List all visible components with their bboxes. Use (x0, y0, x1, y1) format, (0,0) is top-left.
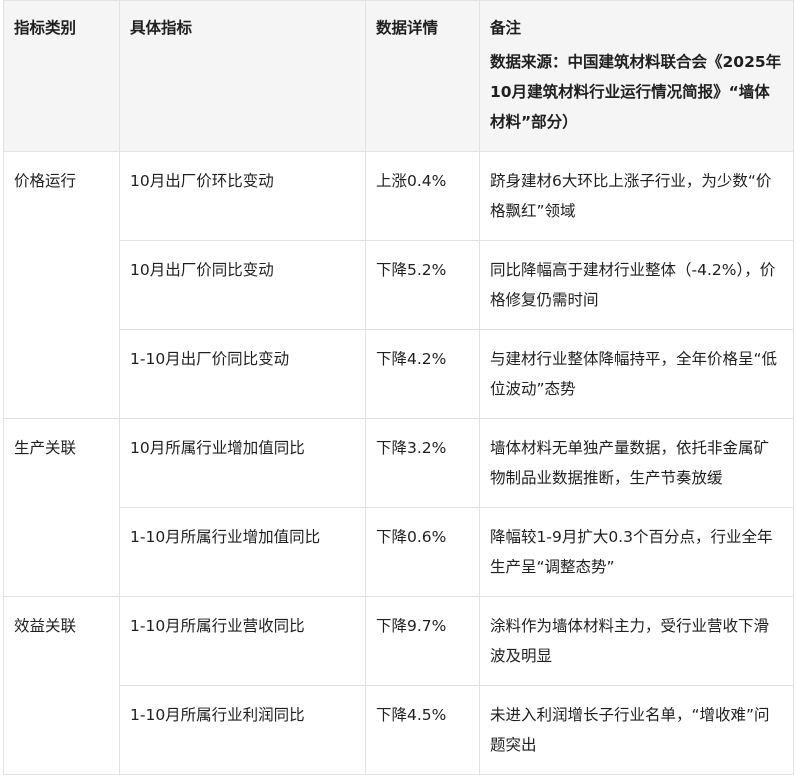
indicator-cell: 10月所属行业增加值同比 (119, 418, 366, 508)
header-note-source: 数据来源：中国建筑材料联合会《2025年10月建筑材料行业运行情况简报》“墙体材… (490, 53, 782, 131)
detail-cell: 下降0.6% (365, 507, 480, 597)
header-detail: 数据详情 (365, 0, 480, 152)
note-cell: 墙体材料无单独产量数据，依托非金属矿物制品业数据推断，生产节奏放缓 (479, 418, 794, 508)
detail-cell: 下降4.2% (365, 329, 480, 419)
indicator-cell: 1-10月出厂价同比变动 (119, 329, 366, 419)
indicator-cell: 1-10月所属行业增加值同比 (119, 507, 366, 597)
category-cell (3, 240, 120, 330)
header-indicator: 具体指标 (119, 0, 366, 152)
category-cell (3, 507, 120, 597)
category-cell: 生产关联 (3, 418, 120, 508)
indicator-cell: 10月出厂价同比变动 (119, 240, 366, 330)
indicator-cell: 10月出厂价环比变动 (119, 151, 366, 241)
detail-cell: 上涨0.4% (365, 151, 480, 241)
detail-cell: 下降4.5% (365, 685, 480, 775)
table-row: 1-10月出厂价同比变动 下降4.2% 与建材行业整体降幅持平，全年价格呈“低位… (3, 329, 794, 419)
table-row: 1-10月所属行业增加值同比 下降0.6% 降幅较1-9月扩大0.3个百分点，行… (3, 507, 794, 597)
note-cell: 涂料作为墙体材料主力，受行业营收下滑波及明显 (479, 596, 794, 686)
category-cell: 效益关联 (3, 596, 120, 686)
table-row: 生产关联 10月所属行业增加值同比 下降3.2% 墙体材料无单独产量数据，依托非… (3, 418, 794, 508)
header-category: 指标类别 (3, 0, 120, 152)
note-cell: 未进入利润增长子行业名单，“增收难”问题突出 (479, 685, 794, 775)
indicator-cell: 1-10月所属行业营收同比 (119, 596, 366, 686)
table-row: 1-10月所属行业利润同比 下降4.5% 未进入利润增长子行业名单，“增收难”问… (3, 685, 794, 775)
table-row: 10月出厂价同比变动 下降5.2% 同比降幅高于建材行业整体（-4.2%），价格… (3, 240, 794, 330)
note-cell: 跻身建材6大环比上涨子行业，为少数“价格飘红”领域 (479, 151, 794, 241)
header-note: 备注 数据来源：中国建筑材料联合会《2025年10月建筑材料行业运行情况简报》“… (479, 0, 794, 152)
detail-cell: 下降3.2% (365, 418, 480, 508)
note-cell: 与建材行业整体降幅持平，全年价格呈“低位波动”态势 (479, 329, 794, 419)
category-cell (3, 685, 120, 775)
category-cell: 价格运行 (3, 151, 120, 241)
detail-cell: 下降9.7% (365, 596, 480, 686)
indicator-cell: 1-10月所属行业利润同比 (119, 685, 366, 775)
header-row: 指标类别 具体指标 数据详情 备注 数据来源：中国建筑材料联合会《2025年10… (3, 0, 794, 152)
note-cell: 同比降幅高于建材行业整体（-4.2%），价格修复仍需时间 (479, 240, 794, 330)
note-cell: 降幅较1-9月扩大0.3个百分点，行业全年生产呈“调整态势” (479, 507, 794, 597)
table-row: 效益关联 1-10月所属行业营收同比 下降9.7% 涂料作为墙体材料主力，受行业… (3, 596, 794, 686)
data-table: 指标类别 具体指标 数据详情 备注 数据来源：中国建筑材料联合会《2025年10… (3, 0, 794, 775)
table-row: 价格运行 10月出厂价环比变动 上涨0.4% 跻身建材6大环比上涨子行业，为少数… (3, 151, 794, 241)
header-note-label: 备注 (490, 19, 522, 37)
detail-cell: 下降5.2% (365, 240, 480, 330)
category-cell (3, 329, 120, 419)
